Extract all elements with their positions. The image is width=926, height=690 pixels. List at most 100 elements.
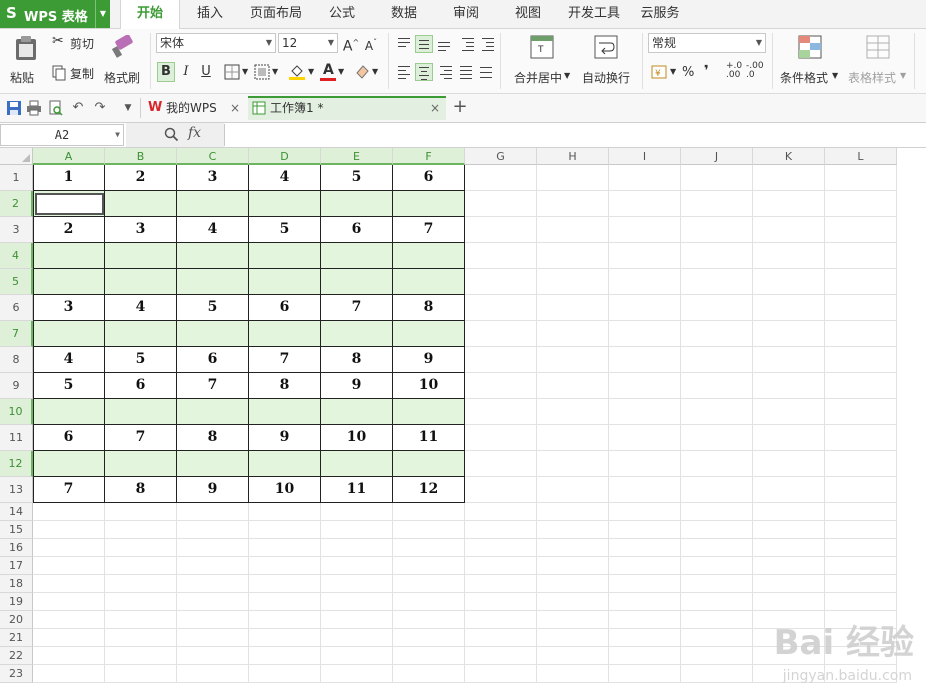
cell-A22[interactable] <box>33 647 105 665</box>
cell-G9[interactable] <box>465 373 537 399</box>
cell-C10[interactable] <box>177 399 249 425</box>
cell-H10[interactable] <box>537 399 609 425</box>
cell-F3[interactable]: 7 <box>393 217 465 243</box>
cell-I8[interactable] <box>609 347 681 373</box>
cell-L2[interactable] <box>825 191 897 217</box>
undo-icon[interactable]: ↶ <box>70 100 86 116</box>
cell-J4[interactable] <box>681 243 753 269</box>
column-header-I[interactable]: I <box>609 148 681 165</box>
tab-formulas[interactable]: 公式 <box>318 0 366 28</box>
close-icon[interactable]: × <box>430 98 440 118</box>
tab-data[interactable]: 数据 <box>380 0 428 28</box>
cell-K7[interactable] <box>753 321 825 347</box>
cell-H15[interactable] <box>537 521 609 539</box>
cell-L1[interactable] <box>825 165 897 191</box>
cell-F19[interactable] <box>393 593 465 611</box>
cell-A8[interactable]: 4 <box>33 347 105 373</box>
cell-G21[interactable] <box>465 629 537 647</box>
cell-B16[interactable] <box>105 539 177 557</box>
row-header-17[interactable]: 17 <box>0 557 33 575</box>
row-header-10[interactable]: 10 <box>0 399 33 425</box>
cell-J13[interactable] <box>681 477 753 503</box>
row-header-7[interactable]: 7 <box>0 321 33 347</box>
search-icon[interactable] <box>164 127 179 142</box>
cell-D11[interactable]: 9 <box>249 425 321 451</box>
cell-C15[interactable] <box>177 521 249 539</box>
new-tab-plus-icon[interactable]: + <box>452 98 468 116</box>
cell-G17[interactable] <box>465 557 537 575</box>
cell-K5[interactable] <box>753 269 825 295</box>
cell-B20[interactable] <box>105 611 177 629</box>
cell-H18[interactable] <box>537 575 609 593</box>
cell-H16[interactable] <box>537 539 609 557</box>
cell-F21[interactable] <box>393 629 465 647</box>
column-header-D[interactable]: D <box>249 148 321 165</box>
cell-K19[interactable] <box>753 593 825 611</box>
row-header-3[interactable]: 3 <box>0 217 33 243</box>
cell-A14[interactable] <box>33 503 105 521</box>
cell-C23[interactable] <box>177 665 249 683</box>
cell-E16[interactable] <box>321 539 393 557</box>
comma-style-button[interactable]: ❜ <box>704 63 709 79</box>
cell-F17[interactable] <box>393 557 465 575</box>
cell-J22[interactable] <box>681 647 753 665</box>
cell-C12[interactable] <box>177 451 249 477</box>
cell-A15[interactable] <box>33 521 105 539</box>
cell-A9[interactable]: 5 <box>33 373 105 399</box>
cell-B9[interactable]: 6 <box>105 373 177 399</box>
cell-J20[interactable] <box>681 611 753 629</box>
cell-B17[interactable] <box>105 557 177 575</box>
row-header-16[interactable]: 16 <box>0 539 33 557</box>
cell-I2[interactable] <box>609 191 681 217</box>
cell-J2[interactable] <box>681 191 753 217</box>
cell-E19[interactable] <box>321 593 393 611</box>
cell-A10[interactable] <box>33 399 105 425</box>
cell-D12[interactable] <box>249 451 321 477</box>
cell-J21[interactable] <box>681 629 753 647</box>
cell-A17[interactable] <box>33 557 105 575</box>
cell-E6[interactable]: 7 <box>321 295 393 321</box>
cell-D2[interactable] <box>249 191 321 217</box>
tab-developer[interactable]: 开发工具 <box>562 0 626 28</box>
cell-J1[interactable] <box>681 165 753 191</box>
cell-E21[interactable] <box>321 629 393 647</box>
cell-E3[interactable]: 6 <box>321 217 393 243</box>
cell-F14[interactable] <box>393 503 465 521</box>
cell-F18[interactable] <box>393 575 465 593</box>
cell-G12[interactable] <box>465 451 537 477</box>
cell-L11[interactable] <box>825 425 897 451</box>
cell-D23[interactable] <box>249 665 321 683</box>
cell-J16[interactable] <box>681 539 753 557</box>
cell-F6[interactable]: 8 <box>393 295 465 321</box>
cell-F7[interactable] <box>393 321 465 347</box>
underline-button[interactable]: U <box>197 62 215 82</box>
row-header-21[interactable]: 21 <box>0 629 33 647</box>
increase-font-icon[interactable]: A^ <box>342 33 360 55</box>
cell-K18[interactable] <box>753 575 825 593</box>
number-format-select[interactable]: 常规 ▼ <box>648 33 766 53</box>
cell-G10[interactable] <box>465 399 537 425</box>
align-middle-icon[interactable] <box>415 35 433 53</box>
cell-I4[interactable] <box>609 243 681 269</box>
chevron-down-icon[interactable]: ▼ <box>115 125 120 145</box>
font-name-select[interactable]: 宋体 ▼ <box>156 33 276 53</box>
doc-tab-my-wps[interactable]: W 我的WPS × <box>146 96 246 120</box>
cell-G23[interactable] <box>465 665 537 683</box>
cell-A13[interactable]: 7 <box>33 477 105 503</box>
column-header-G[interactable]: G <box>465 148 537 165</box>
cell-K8[interactable] <box>753 347 825 373</box>
cut-button[interactable]: ✂ 剪切 <box>50 33 102 53</box>
cell-H20[interactable] <box>537 611 609 629</box>
chevron-down-icon[interactable]: ▼ <box>95 0 110 28</box>
cell-D8[interactable]: 7 <box>249 347 321 373</box>
cell-A21[interactable] <box>33 629 105 647</box>
cell-H19[interactable] <box>537 593 609 611</box>
cell-B2[interactable] <box>105 191 177 217</box>
cell-E11[interactable]: 10 <box>321 425 393 451</box>
column-header-E[interactable]: E <box>321 148 393 165</box>
cell-H3[interactable] <box>537 217 609 243</box>
cell-G11[interactable] <box>465 425 537 451</box>
cell-C22[interactable] <box>177 647 249 665</box>
percent-button[interactable]: % <box>682 65 694 80</box>
close-icon[interactable]: × <box>230 96 240 120</box>
